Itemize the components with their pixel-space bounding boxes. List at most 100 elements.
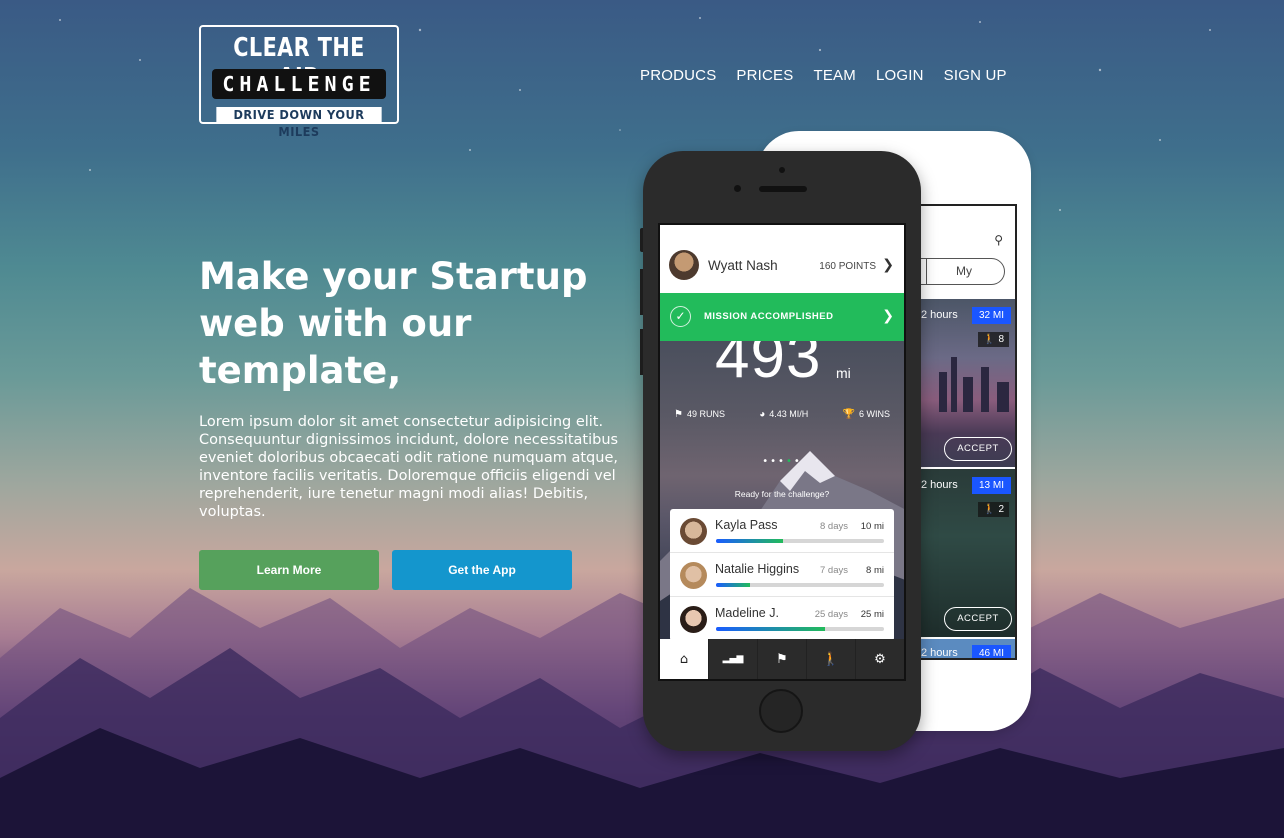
tab-home[interactable]: ⌂ [660,639,709,679]
mountains-background [0,588,1284,838]
card-miles-badge: 46 MI [971,645,1011,658]
leader-miles: 25 mi [860,609,884,620]
flag-icon: ⚑ [776,651,788,667]
leader-miles: 10 mi [860,521,884,532]
back-phone-screen: ⚲ My 2 hours 32 MI 🚶 8 ACCEPT 2 hours 13… [917,204,1017,660]
leader-name: Kayla Pass [715,518,778,532]
hero-description: Lorem ipsum dolor sit amet consectetur a… [199,414,619,520]
nav-login[interactable]: LOGIN [876,67,924,84]
progress-bar [716,627,884,631]
leader-days: 7 days [820,565,848,576]
leader-name: Madeline J. [715,606,779,620]
wins-stat: 🏆 6 WINS [843,409,890,420]
phone-side-button [640,269,643,315]
mission-banner[interactable]: ✓ MISSION ACCOMPLISHED ❯ [660,293,904,341]
card-duration: 2 hours [921,309,958,321]
speed-stat: ◕ 4.43 MI/H [759,409,808,420]
phone-side-button [640,228,643,252]
hero-title: Make your Startup web with our template, [199,255,588,392]
distance-unit: mi [836,365,851,381]
speedometer-icon: ◕ [759,409,766,420]
challenge-card[interactable]: 2 hours 32 MI 🚶 8 ACCEPT [919,299,1015,467]
runs-stat: ⚑ 49 RUNS [674,409,725,420]
challenge-card[interactable]: 2 hours 46 MI [919,639,1015,659]
nav-sign-up[interactable]: SIGN UP [944,67,1007,84]
phone-camera [734,185,741,192]
city-building [951,357,957,412]
participants-count: 8 [998,334,1004,345]
toggle-my-label: My [956,264,972,278]
nav-products[interactable]: PRODUCS [640,67,716,84]
gear-icon: ⚙ [874,651,886,667]
progress-fill [716,539,784,543]
filter-toggle[interactable]: My [919,258,1005,285]
tab-stats[interactable]: ▂▄▆ [709,639,758,679]
trophy-icon: 🏆 [842,409,855,420]
accept-button[interactable]: ACCEPT [944,437,1012,461]
nav-prices[interactable]: PRICES [736,67,793,84]
progress-bar [716,583,884,587]
main-nav: PRODUCS PRICES TEAM LOGIN SIGN UP [640,67,1007,84]
card-participants: 🚶 8 [978,332,1009,347]
logo-subtitle: CHALLENGE [212,69,386,99]
card-miles-badge: 13 MI [971,477,1011,494]
flag-icon: ⚑ [674,409,683,420]
leader-name: Natalie Higgins [715,562,800,576]
avatar [680,606,707,633]
city-building [963,377,973,412]
city-building [997,382,1009,412]
person-icon: 🚶 [983,504,996,515]
front-phone-screen: Wyatt Nash 160 POINTS ❯ ✓ MISSION ACCOMP… [658,223,906,681]
card-duration: 2 hours [921,647,958,659]
home-icon: ⌂ [679,651,689,667]
person-icon: 🚶 [983,334,996,345]
tab-challenges[interactable]: ⚑ [758,639,807,679]
get-the-app-button[interactable]: Get the App [392,550,572,590]
star-field [59,17,1211,211]
leader-miles: 8 mi [866,565,884,576]
phone-speaker [759,186,807,192]
card-participants: 🚶 2 [978,502,1009,517]
avatar [680,518,707,545]
phone-side-button [640,329,643,375]
logo[interactable]: CLEAR THE AIR CHALLENGE DRIVE DOWN YOUR … [199,25,399,139]
profile-header[interactable]: Wyatt Nash 160 POINTS ❯ [660,225,904,293]
chevron-right-icon: ❯ [882,308,894,324]
person-icon: 🚶 [822,651,840,667]
participants-count: 2 [998,504,1004,515]
progress-fill [716,583,750,587]
avatar [680,562,707,589]
card-duration: 2 hours [921,479,958,491]
search-icon[interactable]: ⚲ [994,233,1003,247]
nav-team[interactable]: TEAM [813,67,855,84]
chevron-right-icon: ❯ [882,257,894,273]
city-building [939,372,947,412]
progress-bar [716,539,884,543]
accept-button[interactable]: ACCEPT [944,607,1012,631]
card-miles-badge: 32 MI [971,307,1011,324]
avatar [669,250,699,280]
list-item[interactable]: Kayla Pass 8 days 10 mi [670,509,894,553]
page-indicator[interactable]: ••••• [660,456,904,467]
list-item[interactable]: Madeline J. 25 days 25 mi [670,597,894,641]
user-name: Wyatt Nash [708,258,778,273]
tab-bar: ⌂ ▂▄▆ ⚑ 🚶 ⚙ [660,639,904,679]
stats-row: ⚑ 49 RUNS ◕ 4.43 MI/H 🏆 6 WINS [674,409,890,420]
ready-text: Ready for the challenge? [734,489,830,499]
learn-more-button[interactable]: Learn More [199,550,379,590]
home-button[interactable] [759,689,803,733]
logo-tagline: DRIVE DOWN YOUR MILES [216,107,382,139]
list-item[interactable]: Natalie Higgins 7 days 8 mi [670,553,894,597]
phone-sensor [779,167,785,173]
leader-days: 8 days [820,521,848,532]
tab-profile[interactable]: 🚶 [807,639,856,679]
challenge-card[interactable]: 2 hours 13 MI 🚶 2 ACCEPT [919,469,1015,637]
check-icon: ✓ [670,306,691,327]
progress-fill [716,627,826,631]
front-phone-mockup: Wyatt Nash 160 POINTS ❯ ✓ MISSION ACCOMP… [640,151,921,751]
total-distance: 493 [715,341,822,391]
tab-settings[interactable]: ⚙ [856,639,904,679]
user-points: 160 POINTS [819,261,876,272]
leaderboard-list: Kayla Pass 8 days 10 mi Natalie Higgins … [670,509,894,641]
signal-bars-icon: ▂▄▆ [722,654,744,664]
